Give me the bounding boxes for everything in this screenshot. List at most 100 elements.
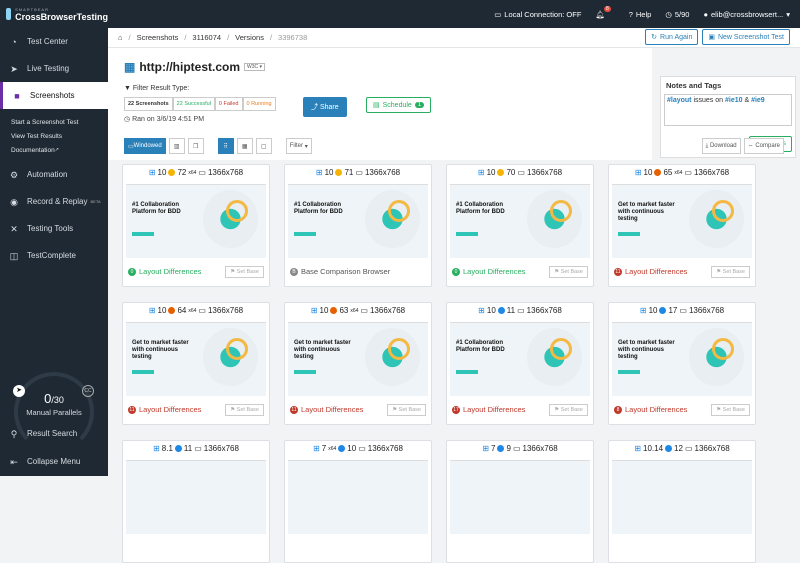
filter-buttons: 22 Screenshots 22 Successful 0 Failed 0 …: [124, 97, 276, 111]
set-base-button[interactable]: ⚑ Set Base: [387, 403, 426, 416]
windowed-toggle[interactable]: ▭ Windowed: [124, 138, 166, 154]
card-header: ⊞ 10 70 ▭ 1366x768: [447, 165, 593, 180]
diff-label[interactable]: Layout Differences: [463, 267, 525, 276]
sidebar-item-screenshots[interactable]: ■ Screenshots: [0, 82, 108, 109]
screenshot-thumbnail[interactable]: #1 Collaboration Platform for BDD: [126, 180, 266, 258]
compare-view-toggle[interactable]: ❐: [187, 138, 204, 154]
thumb-cta: [132, 370, 154, 374]
screenshot-thumbnail[interactable]: [612, 456, 752, 534]
logo[interactable]: SMARTBEAR CrossBrowserTesting: [0, 7, 108, 22]
os-icon: ⊞: [153, 444, 160, 453]
schedule-button[interactable]: ▤ Schedule 1: [366, 97, 432, 113]
screenshot-card[interactable]: ⊞ 7 9 ▭ 1366x768: [446, 440, 594, 563]
result-search[interactable]: ⚲ Result Search: [0, 420, 108, 447]
breadcrumb-screenshots[interactable]: Screenshots: [137, 33, 179, 42]
share-button[interactable]: ⤴ Share: [303, 97, 347, 117]
run-again-button[interactable]: ↻ Run Again: [645, 29, 699, 45]
breadcrumb-versions[interactable]: Versions: [235, 33, 264, 42]
download-button[interactable]: ⤓ Download: [701, 138, 741, 154]
screenshot-thumbnail[interactable]: #1 Collaboration Platform for BDD: [450, 180, 590, 258]
screenshot-card[interactable]: ⊞ 10 64 x64 ▭ 1366x768 Get to market faster wi…: [122, 302, 270, 425]
beta-badge: BETA: [90, 199, 101, 204]
filter-icon: ▼: [124, 85, 131, 92]
screenshot-card[interactable]: ⊞ 10 65 x64 ▭ 1366x768 Get to market faster wi…: [608, 164, 756, 287]
browser-icon: [665, 445, 673, 452]
screenshot-card[interactable]: ⊞ 10 72 x64 ▭ 1366x768 #1 Collaboration Platfo…: [122, 164, 270, 287]
screenshot-thumbnail[interactable]: #1 Collaboration Platform for BDD: [288, 180, 428, 258]
minutes-indicator[interactable]: ◷ 5/90: [665, 10, 689, 19]
help-button[interactable]: ? Help: [629, 10, 652, 19]
diff-label[interactable]: Layout Differences: [625, 267, 687, 276]
url-label[interactable]: http://hiptest.com: [139, 60, 240, 74]
screenshot-card[interactable]: ⊞ 10.14 12 ▭ 1366x768: [608, 440, 756, 563]
filter-all[interactable]: 22 Screenshots: [124, 97, 173, 111]
diff-label[interactable]: Layout Differences: [139, 405, 201, 414]
sidebar-item-automation[interactable]: ⚙ Automation: [0, 161, 108, 188]
browser-version: 65: [663, 168, 673, 177]
set-base-button[interactable]: ⚑ Set Base: [549, 403, 588, 416]
screenshot-card[interactable]: ⊞ 10 63 x64 ▭ 1366x768 Get to market faster wi…: [284, 302, 432, 425]
calendar-icon: ▤: [373, 102, 380, 109]
diff-label[interactable]: Layout Differences: [139, 267, 201, 276]
filter-successful[interactable]: 22 Successful: [172, 97, 215, 111]
sidebar-item-testcomplete[interactable]: ◫ TestComplete: [0, 242, 108, 269]
screenshot-thumbnail[interactable]: [450, 456, 590, 534]
screenshot-thumbnail[interactable]: #1 Collaboration Platform for BDD: [450, 318, 590, 396]
user-menu[interactable]: ● elib@crossbrowsert... ▾: [703, 10, 790, 19]
ran-label: Ran on 3/6/19 4:51 PM: [132, 116, 205, 123]
breadcrumb-test-id[interactable]: 3116074: [192, 33, 221, 42]
screenshot-thumbnail[interactable]: Get to market faster with continuous tes…: [612, 180, 752, 258]
screenshot-thumbnail[interactable]: Get to market faster with continuous tes…: [612, 318, 752, 396]
sidebar-sub-start-test[interactable]: Start a Screenshot Test: [0, 115, 108, 129]
fullpage-toggle[interactable]: ▥: [168, 138, 185, 154]
diff-label[interactable]: Layout Differences: [301, 405, 363, 414]
diff-label[interactable]: Base Comparison Browser: [301, 267, 390, 276]
w3c-badge[interactable]: W3C ▾: [244, 63, 266, 71]
notifications-button[interactable]: 🔔︎ 8: [595, 6, 614, 19]
collapse-menu[interactable]: ⇤ Collapse Menu: [0, 448, 108, 475]
set-base-button[interactable]: ⚑ Set Base: [549, 265, 588, 278]
home-icon[interactable]: ⌂: [118, 33, 123, 42]
sidebar-item-testing-tools[interactable]: ✕ Testing Tools: [0, 215, 108, 242]
sidebar-item-live-testing[interactable]: ➤ Live Testing: [0, 55, 108, 82]
set-base-button[interactable]: ⚑ Set Base: [225, 265, 264, 278]
screenshot-card[interactable]: ⊞ 10 71 ▭ 1366x768 #1 Collaboration Platform …: [284, 164, 432, 287]
single-view[interactable]: ▢: [255, 138, 272, 154]
set-base-button[interactable]: ⚑ Set Base: [225, 403, 264, 416]
screenshot-card[interactable]: ⊞ 10 11 ▭ 1366x768 #1 Collaboration Platform …: [446, 302, 594, 425]
filter-dropdown[interactable]: Filter ▾: [285, 138, 312, 154]
refresh-icon: ↻: [651, 34, 658, 41]
screenshot-card[interactable]: ⊞ 7 x64 10 ▭ 1366x768: [284, 440, 432, 563]
local-connection-toggle[interactable]: ▭ Local Connection: OFF: [494, 10, 581, 19]
os-version: 10: [648, 306, 658, 315]
diff-label[interactable]: Layout Differences: [625, 405, 687, 414]
set-base-button[interactable]: ⚑ Set Base: [711, 265, 750, 278]
screenshot-thumbnail[interactable]: [288, 456, 428, 534]
filter-failed[interactable]: 0 Failed: [214, 97, 243, 111]
diff-label[interactable]: Layout Differences: [463, 405, 525, 414]
gauge-icon: ◔: [11, 36, 17, 47]
compare-button[interactable]: ⇔ Compare: [743, 138, 784, 154]
filter-running[interactable]: 0 Running: [242, 97, 276, 111]
screenshot-card[interactable]: ⊞ 8.1 11 ▭ 1366x768: [122, 440, 270, 563]
os-icon: ⊞: [148, 306, 156, 315]
os-icon: ⊞: [310, 306, 318, 315]
screenshot-thumbnail[interactable]: [126, 456, 266, 534]
monitor-icon: ▭: [684, 168, 692, 177]
sidebar-sub-documentation[interactable]: Documentation ↗: [0, 143, 108, 157]
sidebar-item-record-replay[interactable]: ◉ Record & Replay BETA: [0, 188, 108, 215]
set-base-label: Set Base: [722, 268, 745, 275]
sidebar-item-test-center[interactable]: ◔ Test Center: [0, 28, 108, 55]
screenshot-thumbnail[interactable]: Get to market faster with continuous tes…: [126, 318, 266, 396]
grid-large-view[interactable]: ▦: [236, 138, 253, 154]
notes-textarea[interactable]: #layout issues on #ie10 & #ie9: [664, 94, 792, 126]
set-base-button[interactable]: ⚑ Set Base: [711, 403, 750, 416]
download-label: Download: [709, 143, 737, 149]
new-screenshot-test-button[interactable]: ▣ New Screenshot Test: [702, 29, 790, 45]
screenshot-thumbnail[interactable]: Get to market faster with continuous tes…: [288, 318, 428, 396]
os-icon: ⊞: [313, 444, 320, 453]
sidebar-sub-view-results[interactable]: View Test Results: [0, 129, 108, 143]
screenshot-card[interactable]: ⊞ 10 70 ▭ 1366x768 #1 Collaboration Platform …: [446, 164, 594, 287]
grid-small-view[interactable]: ⠿: [217, 138, 234, 154]
screenshot-card[interactable]: ⊞ 10 17 ▭ 1366x768 Get to market faster with …: [608, 302, 756, 425]
